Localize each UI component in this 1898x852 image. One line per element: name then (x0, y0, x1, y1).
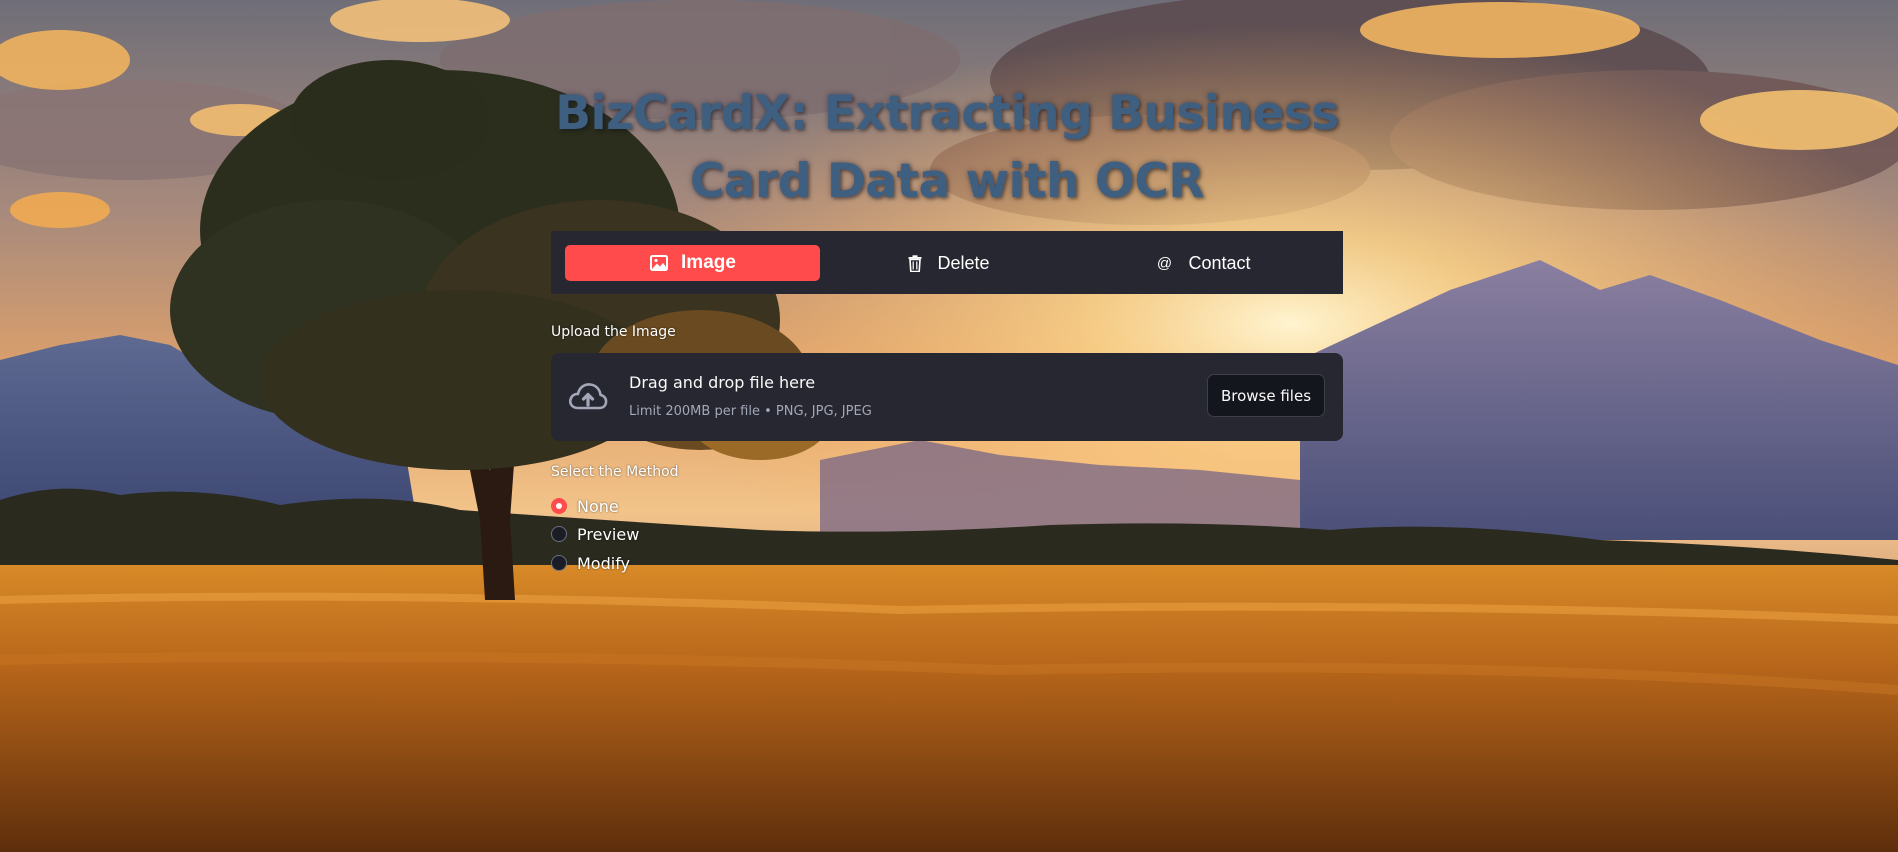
nav-item-delete-label: Delete (937, 252, 990, 273)
radio-button-modify[interactable] (551, 555, 567, 571)
trash-icon (905, 253, 925, 273)
dropzone-instructions: Drag and drop file here (629, 373, 816, 392)
radio-option-preview[interactable]: Preview (551, 522, 639, 546)
radio-label-modify: Modify (577, 553, 631, 573)
browse-files-button[interactable]: Browse files (1207, 374, 1325, 417)
page-title-line-1: BizCardX: Extracting Business (555, 86, 1339, 141)
at-icon: @ (1156, 254, 1173, 272)
radio-button-preview[interactable] (551, 526, 567, 542)
option-menu: Image Delete @ Contact (551, 231, 1343, 294)
radio-button-none[interactable] (551, 498, 567, 514)
nav-item-contact[interactable]: @ Contact (1075, 245, 1330, 281)
page-title-line-2: Card Data with OCR (689, 154, 1205, 209)
radio-label-none: None (577, 496, 619, 516)
radio-option-modify[interactable]: Modify (551, 551, 630, 575)
nav-item-delete[interactable]: Delete (820, 245, 1075, 281)
image-icon (649, 253, 669, 273)
nav-item-image-label: Image (681, 252, 736, 273)
main-content: BizCardX: Extracting Business Card Data … (551, 0, 1343, 852)
file-uploader-dropzone[interactable]: Drag and drop file here Limit 200MB per … (551, 353, 1343, 441)
upload-label: Upload the Image (551, 324, 676, 340)
dropzone-limit-text: Limit 200MB per file • PNG, JPG, JPEG (629, 404, 872, 419)
page-title: BizCardX: Extracting Business Card Data … (551, 80, 1343, 216)
method-label: Select the Method (551, 464, 679, 480)
radio-option-none[interactable]: None (551, 494, 619, 518)
radio-label-preview: Preview (577, 524, 640, 544)
cloud-upload-icon (568, 380, 608, 414)
app-page: BizCardX: Extracting Business Card Data … (0, 0, 1898, 852)
nav-item-contact-label: Contact (1188, 252, 1251, 273)
nav-item-image[interactable]: Image (565, 245, 820, 281)
